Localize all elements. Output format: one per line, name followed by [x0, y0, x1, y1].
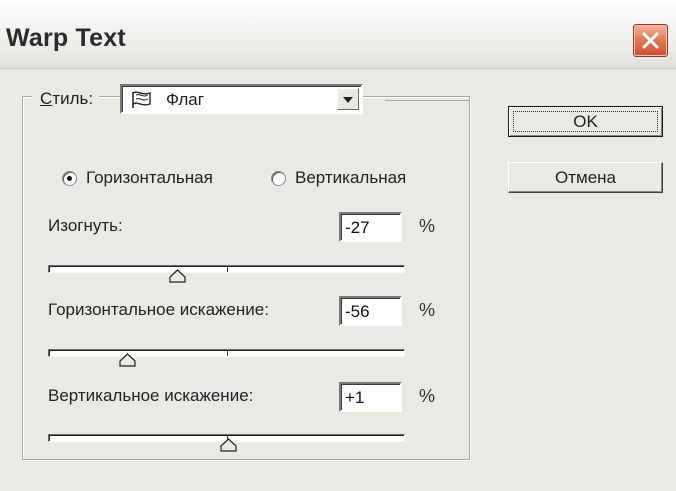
radio-vertical-label: Вертикальная — [295, 168, 407, 187]
radio-vertical[interactable]: Вертикальная — [271, 166, 406, 190]
bend-percent-sign: % — [419, 216, 436, 236]
horizontal-distortion-label: Горизонтальное искажение: — [48, 300, 269, 319]
horizontal-distortion-input[interactable]: -56 — [339, 296, 402, 326]
style-legend: Стиль: — [32, 83, 100, 115]
vertical-distortion-input[interactable]: +1 — [339, 382, 402, 412]
bend-slider[interactable] — [48, 265, 405, 273]
horizontal-distortion-percent-sign: % — [419, 300, 436, 320]
vertical-distortion-label: Вертикальное искажение: — [48, 386, 254, 405]
flag-icon — [132, 91, 151, 108]
dialog-title: Warp Text — [6, 24, 126, 52]
ok-button[interactable]: OK — [508, 106, 663, 137]
bend-label: Изогнуть: — [48, 216, 123, 235]
bend-slider-center-tick — [227, 266, 228, 272]
title-bar[interactable]: Warp Text — [0, 6, 676, 69]
horizontal-distortion-slider-thumb[interactable] — [119, 353, 136, 367]
bend-input[interactable]: -27 — [339, 212, 402, 242]
close-button[interactable] — [633, 24, 668, 57]
style-dropdown[interactable]: Флаг — [120, 84, 363, 114]
radio-horizontal[interactable]: Горизонтальная — [62, 166, 213, 190]
bend-slider-thumb[interactable] — [169, 269, 186, 283]
focus-rectangle — [513, 111, 658, 132]
warp-text-dialog: Warp Text Стиль: Флаг Горизонтальная Вер… — [0, 6, 676, 491]
radio-horizontal-label: Горизонтальная — [86, 168, 213, 187]
chevron-down-icon[interactable] — [337, 88, 359, 110]
horizontal-distortion-slider-center-tick — [227, 350, 228, 356]
cancel-button-label: Отмена — [555, 167, 616, 187]
vertical-distortion-percent-sign: % — [419, 386, 436, 406]
radio-vertical-button[interactable] — [271, 170, 286, 186]
style-label: Стиль: — [40, 89, 94, 108]
horizontal-distortion-slider[interactable] — [48, 349, 405, 357]
group-border-line — [385, 100, 469, 101]
close-icon — [642, 32, 659, 49]
style-selected-value: Флаг — [166, 90, 204, 109]
radio-horizontal-button[interactable] — [62, 170, 77, 186]
cancel-button[interactable]: Отмена — [508, 162, 663, 193]
vertical-distortion-slider-thumb[interactable] — [220, 438, 237, 452]
